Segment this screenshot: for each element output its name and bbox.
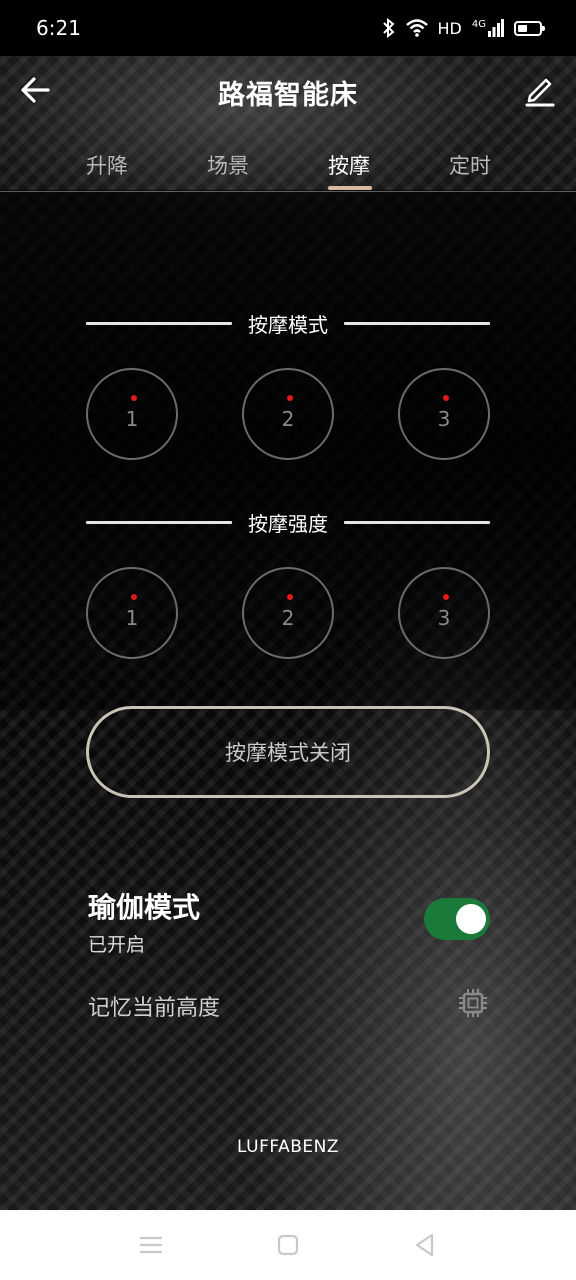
massage-mode-label: 按摩模式 <box>248 312 328 337</box>
back-triangle-icon[interactable] <box>412 1232 438 1258</box>
massage-mode-button-3[interactable]: 3 <box>398 368 490 460</box>
status-icons: HD 4G <box>382 18 545 38</box>
home-square-icon[interactable] <box>275 1232 301 1258</box>
status-bar: 6:21 HD 4G <box>0 0 576 56</box>
massage-intensity-button-2[interactable]: 2 <box>242 567 334 659</box>
divider-line <box>344 520 490 524</box>
menu-icon[interactable] <box>138 1232 164 1258</box>
app-header: 路福智能床 <box>0 56 576 128</box>
tab-scene[interactable]: 场景 <box>188 150 268 180</box>
indicator-dot <box>131 395 137 401</box>
indicator-dot <box>443 594 449 600</box>
tab-timer[interactable]: 定时 <box>430 150 510 180</box>
toggle-knob <box>456 904 486 934</box>
hd-label: HD <box>437 18 462 38</box>
memory-height-label: 记忆当前高度 <box>88 996 221 1021</box>
yoga-mode-status: 已开启 <box>88 934 146 956</box>
massage-intensity-label: 按摩强度 <box>248 511 328 536</box>
battery-icon <box>514 20 545 36</box>
bluetooth-icon <box>382 18 395 38</box>
indicator-dot <box>287 395 293 401</box>
divider-line <box>86 321 232 325</box>
massage-intensity-button-1[interactable]: 1 <box>86 567 178 659</box>
indicator-dot <box>443 395 449 401</box>
system-nav-bar <box>0 1210 576 1280</box>
button-number: 2 <box>281 606 295 630</box>
massage-mode-button-2[interactable]: 2 <box>242 368 334 460</box>
status-time: 6:21 <box>36 16 81 40</box>
yoga-mode-toggle[interactable] <box>424 898 490 940</box>
brand-label: LUFFABENZ <box>237 1137 339 1157</box>
button-number: 1 <box>125 606 139 630</box>
page-title: 路福智能床 <box>218 79 358 111</box>
massage-intensity-button-3[interactable]: 3 <box>398 567 490 659</box>
yoga-mode-title: 瑜伽模式 <box>88 891 201 924</box>
back-arrow-icon[interactable] <box>18 72 54 108</box>
massage-mode-button-1[interactable]: 1 <box>86 368 178 460</box>
signal-4g-label: 4G <box>471 19 486 30</box>
button-number: 1 <box>125 407 139 431</box>
cellular-signal-icon <box>488 19 504 37</box>
edit-pencil-icon[interactable] <box>522 72 558 108</box>
chip-icon[interactable] <box>456 986 490 1020</box>
divider-line <box>344 321 490 325</box>
divider-line <box>86 520 232 524</box>
button-number: 3 <box>437 606 451 630</box>
indicator-dot <box>287 594 293 600</box>
massage-mode-heading: 按摩模式 <box>86 308 490 338</box>
wifi-icon <box>405 19 428 37</box>
active-tab-indicator <box>328 186 372 190</box>
tab-lift[interactable]: 升降 <box>67 150 147 180</box>
indicator-dot <box>131 594 137 600</box>
tab-massage[interactable]: 按摩 <box>309 150 389 180</box>
button-number: 2 <box>281 407 295 431</box>
button-number: 3 <box>437 407 451 431</box>
massage-intensity-heading: 按摩强度 <box>86 507 490 537</box>
massage-off-button[interactable]: 按摩模式关闭 <box>86 706 490 798</box>
signal-indicator: 4G <box>472 19 504 37</box>
tab-bar: 升降 场景 按摩 定时 <box>0 132 576 192</box>
